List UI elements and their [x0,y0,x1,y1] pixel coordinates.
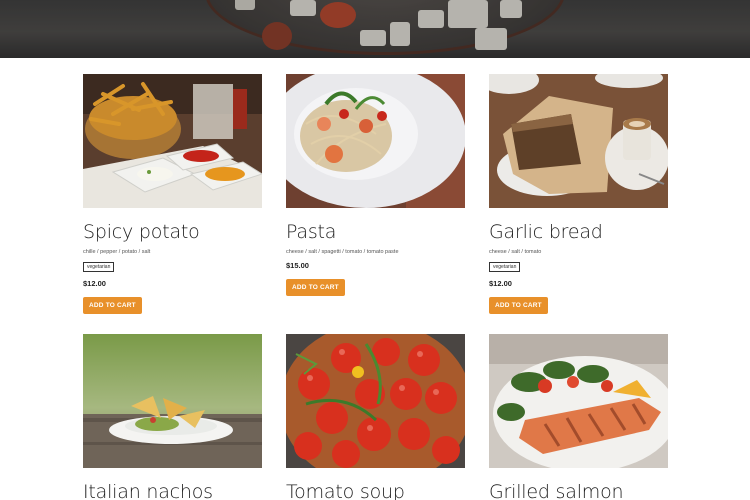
product-price: $15.00 [286,261,309,270]
product-image[interactable] [83,334,262,468]
product-card-italian-nachos: Italian nachos [83,334,263,500]
product-title[interactable]: Pasta [286,221,466,243]
add-to-cart-button[interactable]: ADD TO CART [83,297,142,314]
product-title[interactable]: Tomato soup [286,481,466,500]
add-to-cart-button[interactable]: ADD TO CART [489,297,548,314]
product-image[interactable] [286,74,465,208]
product-title[interactable]: Spicy potato [83,221,263,243]
product-ingredients: chille / pepper / potato / salt [83,249,151,255]
product-image[interactable] [489,74,668,208]
product-ingredients: cheese / salt / spagetti / tomato / toma… [286,249,399,255]
product-ingredients: cheese / salt / tomato [489,249,542,255]
add-to-cart-button[interactable]: ADD TO CART [286,279,345,296]
product-title[interactable]: Italian nachos [83,481,263,500]
product-card-spicy-potato: Spicy potato chille / pepper / potato / … [83,74,263,314]
product-image[interactable] [83,74,262,208]
product-title[interactable]: Grilled salmon [489,481,669,500]
product-card-garlic-bread: Garlic bread cheese / salt / tomato vege… [489,74,669,314]
product-card-tomato-soup: Tomato soup [286,334,466,500]
product-price: $12.00 [83,279,106,288]
hero-banner-image [0,0,750,58]
vegetarian-badge: vegetarian [489,262,521,272]
product-image[interactable] [489,334,668,468]
product-card-grilled-salmon: Grilled salmon [489,334,669,500]
vegetarian-badge: vegetarian [83,262,115,272]
product-card-pasta: Pasta cheese / salt / spagetti / tomato … [286,74,466,296]
product-price: $12.00 [489,279,512,288]
product-image[interactable] [286,334,465,468]
product-title[interactable]: Garlic bread [489,221,669,243]
